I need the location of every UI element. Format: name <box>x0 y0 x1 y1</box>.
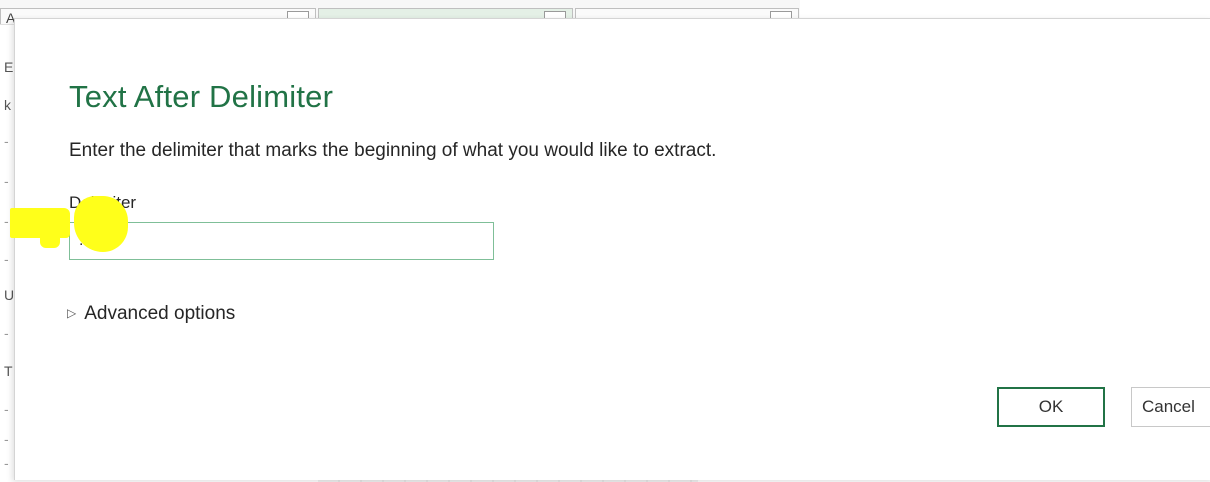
delimiter-label: Delimiter <box>69 193 137 212</box>
row-cell: - <box>4 173 9 189</box>
row-cell: T <box>4 363 13 379</box>
row-cell: - <box>4 251 9 267</box>
row-cell: U <box>4 287 15 303</box>
row-cell: k <box>4 97 11 113</box>
row-cell: E <box>4 59 14 75</box>
dialog-description: Enter the delimiter that marks the begin… <box>69 140 717 161</box>
advanced-options-label: Advanced options <box>84 303 236 324</box>
row-cell: - <box>4 133 9 149</box>
row-gutter: E k - - - - U - T - - - <box>0 24 14 482</box>
row-cell: - <box>4 213 9 229</box>
row-cell: - <box>4 431 9 447</box>
delimiter-input[interactable] <box>69 222 494 260</box>
text-after-delimiter-dialog: Text After Delimiter Enter the delimiter… <box>14 18 1210 480</box>
cancel-button[interactable]: Cancel <box>1131 387 1210 427</box>
ok-button[interactable]: OK <box>997 387 1105 427</box>
expand-triangle-icon: ▷ <box>67 306 77 320</box>
screen: A E k - - - - U - T - - - Text After Del… <box>0 0 1210 482</box>
row-cell: - <box>4 401 9 417</box>
row-cell: - <box>4 455 9 471</box>
dialog-title: Text After Delimiter <box>69 79 334 114</box>
row-cell: - <box>4 325 9 341</box>
advanced-options-toggle[interactable]: ▷ Advanced options <box>67 303 235 325</box>
